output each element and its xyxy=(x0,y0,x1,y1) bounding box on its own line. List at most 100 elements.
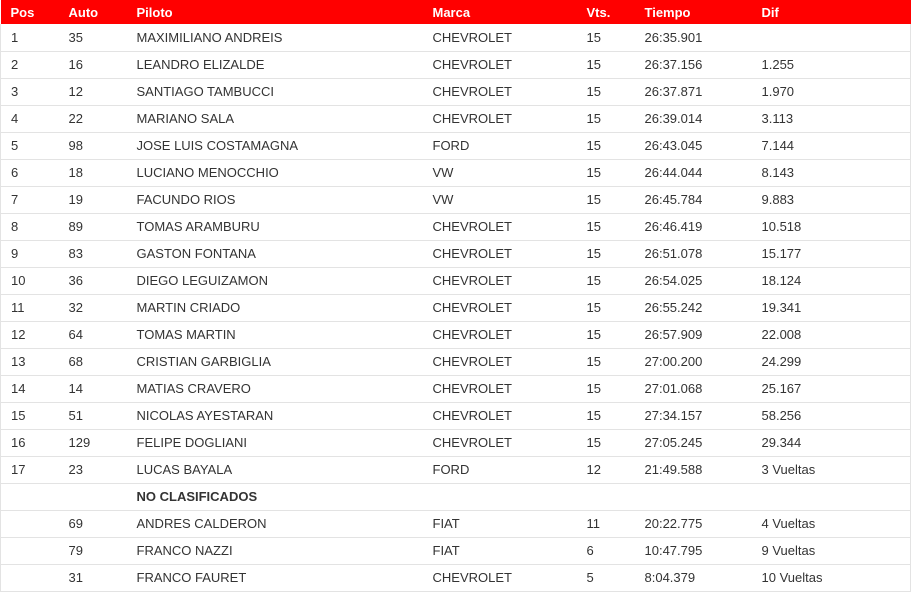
cell-pos: 6 xyxy=(0,159,59,187)
cell-vts: 15 xyxy=(576,78,635,106)
table-row: 11 32 MARTIN CRIADO CHEVROLET 15 26:55.242 19.… xyxy=(0,294,911,322)
cell-vts: 15 xyxy=(576,24,635,52)
cell-tiempo: 26:44.044 xyxy=(634,159,752,187)
cell-marca: CHEVROLET xyxy=(422,105,577,133)
cell-piloto: LUCIANO MENOCCHIO xyxy=(126,159,423,187)
cell-piloto: FRANCO FAURET xyxy=(126,564,423,592)
cell-tiempo: 26:55.242 xyxy=(634,294,752,322)
cell-dif: 4 Vueltas xyxy=(751,510,911,538)
cell-marca: VW xyxy=(422,186,577,214)
table-header-row: Pos Auto Piloto Marca Vts. Tiempo Dif xyxy=(0,0,911,24)
table-row: 8 89 TOMAS ARAMBURU CHEVROLET 15 26:46.419 10.… xyxy=(0,213,911,241)
cell-vts: 15 xyxy=(576,105,635,133)
cell-auto: 98 xyxy=(58,132,127,160)
cell-pos: 12 xyxy=(0,321,59,349)
cell-vts: 15 xyxy=(576,294,635,322)
header-tiempo: Tiempo xyxy=(644,4,691,20)
table-row: 5 98 JOSE LUIS COSTAMAGNA FORD 15 26:43.045 7.… xyxy=(0,132,911,160)
cell-dif: 1.970 xyxy=(751,78,911,106)
cell-tiempo: 27:05.245 xyxy=(634,429,752,457)
cell-piloto: ANDRES CALDERON xyxy=(126,510,423,538)
cell-marca: CHEVROLET xyxy=(422,321,577,349)
section-row-unclassified: NO CLASIFICADOS xyxy=(0,483,911,511)
cell-piloto: JOSE LUIS COSTAMAGNA xyxy=(126,132,423,160)
cell-marca: FORD xyxy=(422,132,577,160)
cell-auto: 83 xyxy=(58,240,127,268)
cell-auto: 12 xyxy=(58,78,127,106)
cell-piloto: FRANCO NAZZI xyxy=(126,537,423,565)
section-spacer xyxy=(0,483,127,511)
cell-vts: 15 xyxy=(576,321,635,349)
cell-vts: 5 xyxy=(576,564,635,592)
table-row: 17 23 LUCAS BAYALA FORD 12 21:49.588 3 Vueltas xyxy=(0,456,911,484)
cell-auto: 35 xyxy=(58,24,127,52)
cell-marca: CHEVROLET xyxy=(422,267,577,295)
table-row: 10 36 DIEGO LEGUIZAMON CHEVROLET 15 26:54.025… xyxy=(0,267,911,295)
header-vts: Vts. xyxy=(586,4,611,20)
cell-dif: 9 Vueltas xyxy=(751,537,911,565)
cell-auto: 32 xyxy=(58,294,127,322)
cell-marca: CHEVROLET xyxy=(422,375,577,403)
header-dif: Dif xyxy=(761,4,779,20)
cell-auto: 22 xyxy=(58,105,127,133)
cell-vts: 15 xyxy=(576,348,635,376)
cell-piloto: MAXIMILIANO ANDREIS xyxy=(126,24,423,52)
cell-tiempo: 26:37.156 xyxy=(634,51,752,79)
cell-piloto: FELIPE DOGLIANI xyxy=(126,429,423,457)
cell-pos: 15 xyxy=(0,402,59,430)
cell-pos: 5 xyxy=(0,132,59,160)
header-marca: Marca xyxy=(432,4,471,20)
cell-piloto: MARTIN CRIADO xyxy=(126,294,423,322)
table-row: 79 FRANCO NAZZI FIAT 6 10:47.795 9 Vueltas xyxy=(0,537,911,565)
cell-piloto: TOMAS MARTIN xyxy=(126,321,423,349)
cell-dif xyxy=(751,24,911,52)
table-row: 16 129 FELIPE DOGLIANI CHEVROLET 15 27:05.245… xyxy=(0,429,911,457)
cell-auto: 18 xyxy=(58,159,127,187)
cell-pos: 14 xyxy=(0,375,59,403)
cell-piloto: NICOLAS AYESTARAN xyxy=(126,402,423,430)
cell-auto: 23 xyxy=(58,456,127,484)
cell-auto: 69 xyxy=(58,510,127,538)
cell-tiempo: 26:39.014 xyxy=(634,105,752,133)
cell-piloto: TOMAS ARAMBURU xyxy=(126,213,423,241)
cell-marca: FORD xyxy=(422,456,577,484)
cell-dif: 29.344 xyxy=(751,429,911,457)
cell-vts: 6 xyxy=(576,537,635,565)
cell-dif: 3 Vueltas xyxy=(751,456,911,484)
header-piloto: Piloto xyxy=(136,4,173,20)
header-pos: Pos xyxy=(10,4,35,20)
cell-pos: 3 xyxy=(0,78,59,106)
cell-pos: 7 xyxy=(0,186,59,214)
cell-vts: 15 xyxy=(576,240,635,268)
cell-dif: 10.518 xyxy=(751,213,911,241)
cell-pos: 17 xyxy=(0,456,59,484)
cell-marca: CHEVROLET xyxy=(422,348,577,376)
cell-tiempo: 10:47.795 xyxy=(634,537,752,565)
cell-marca: CHEVROLET xyxy=(422,51,577,79)
table-row: 14 14 MATIAS CRAVERO CHEVROLET 15 27:01.068 25… xyxy=(0,375,911,403)
section-label-unclassified: NO CLASIFICADOS xyxy=(126,483,911,511)
cell-dif: 19.341 xyxy=(751,294,911,322)
cell-tiempo: 26:54.025 xyxy=(634,267,752,295)
cell-tiempo: 20:22.775 xyxy=(634,510,752,538)
cell-piloto: LEANDRO ELIZALDE xyxy=(126,51,423,79)
cell-marca: CHEVROLET xyxy=(422,24,577,52)
table-row: 69 ANDRES CALDERON FIAT 11 20:22.775 4 Vuelta… xyxy=(0,510,911,538)
cell-tiempo: 26:35.901 xyxy=(634,24,752,52)
cell-auto: 36 xyxy=(58,267,127,295)
table-row: 1 35 MAXIMILIANO ANDREIS CHEVROLET 15 26:35.9… xyxy=(0,24,911,52)
cell-tiempo: 27:01.068 xyxy=(634,375,752,403)
cell-auto: 19 xyxy=(58,186,127,214)
table-row: 15 51 NICOLAS AYESTARAN CHEVROLET 15 27:34.15… xyxy=(0,402,911,430)
cell-tiempo: 27:34.157 xyxy=(634,402,752,430)
cell-piloto: GASTON FONTANA xyxy=(126,240,423,268)
cell-marca: CHEVROLET xyxy=(422,564,577,592)
cell-dif: 1.255 xyxy=(751,51,911,79)
cell-piloto: FACUNDO RIOS xyxy=(126,186,423,214)
cell-vts: 15 xyxy=(576,213,635,241)
race-results-table: Pos Auto Piloto Marca Vts. Tiempo Dif 13… xyxy=(0,0,911,592)
table-row: 7 19 FACUNDO RIOS VW 15 26:45.784 9.883 xyxy=(0,186,911,214)
cell-auto: 14 xyxy=(58,375,127,403)
cell-vts: 11 xyxy=(576,510,635,538)
cell-dif: 22.008 xyxy=(751,321,911,349)
